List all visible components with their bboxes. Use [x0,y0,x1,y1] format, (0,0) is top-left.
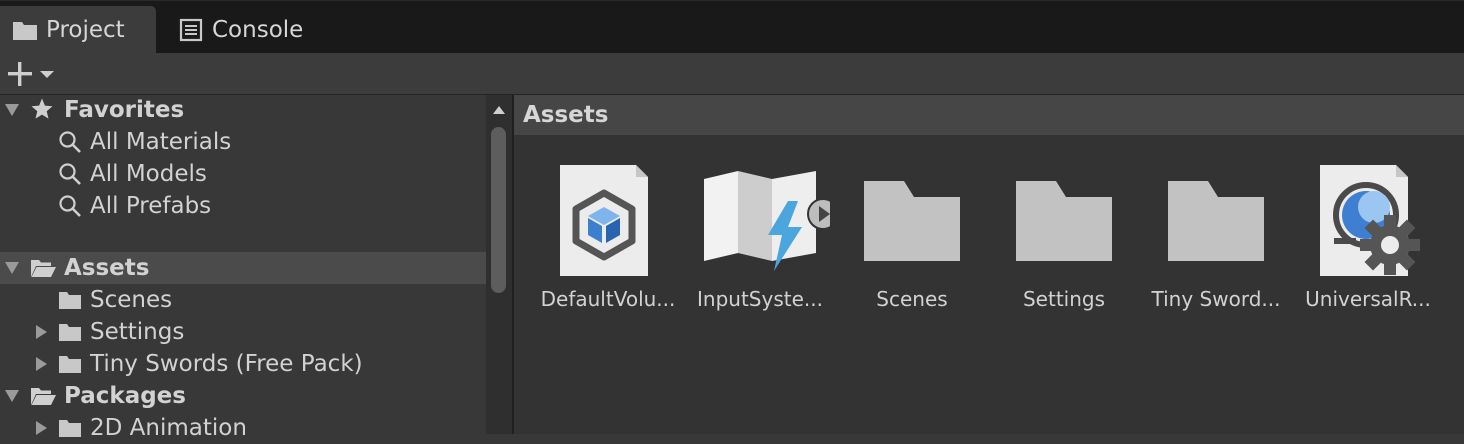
folder-label: Tiny Swords (Free Pack) [90,351,363,377]
search-icon [59,163,81,185]
input-actions-icon [704,171,830,271]
tree-row-package[interactable]: 2D Animation [0,412,486,444]
tree-row-assets[interactable]: Assets [0,252,486,284]
assets-label: Assets [64,255,150,281]
packages-label: Packages [64,383,186,409]
asset-name: Scenes [876,287,948,311]
caret-down-icon [40,71,54,78]
asset-name: DefaultVolu... [540,287,676,311]
expanded-arrow-icon[interactable] [4,102,20,118]
folder-icon [864,181,960,261]
favorites-label: Favorites [64,97,185,123]
tree-row-packages[interactable]: Packages [0,380,486,412]
tree-row-folder[interactable]: Scenes [0,284,486,316]
create-asset-button[interactable] [6,59,58,89]
expanded-arrow-icon[interactable] [4,388,20,404]
tab-console[interactable]: Console [162,6,332,53]
star-icon [31,98,53,119]
tree-row-favorites[interactable]: Favorites [0,94,486,126]
folder-icon [59,420,81,437]
asset-browser: Assets DefaultVolu... InputSyste... Scen… [514,95,1464,434]
favorite-item[interactable]: All Materials [0,126,486,158]
volume-profile-icon [560,165,648,276]
asset-item[interactable]: Settings [994,159,1134,319]
tree-scrollbar[interactable] [486,95,512,434]
console-icon [179,18,203,41]
asset-name: InputSyste... [697,287,823,311]
search-icon [59,195,81,217]
scrollbar-thumb[interactable] [491,127,506,293]
folder-icon [1016,181,1112,261]
folder-icon [59,356,81,373]
expanded-arrow-icon[interactable] [4,260,20,276]
tab-project[interactable]: Project [0,6,156,53]
project-folder-tree: Favorites All Materials All Models All P… [0,94,486,441]
search-icon [59,131,81,153]
breadcrumb: Assets [514,95,1464,135]
asset-item[interactable]: UniversalR... [1298,159,1438,319]
asset-item[interactable]: Scenes [842,159,982,319]
favorite-item[interactable]: All Models [0,158,486,190]
asset-name: Tiny Sword... [1151,287,1281,311]
tab-console-label: Console [212,16,304,43]
asset-name: UniversalR... [1305,287,1431,311]
favorite-item-label: All Models [90,161,207,187]
open-folder-icon [31,388,56,405]
collapsed-arrow-icon[interactable] [33,356,49,372]
folder-label: Settings [90,319,185,345]
tree-row-folder[interactable]: Settings [0,316,486,348]
project-toolbar [0,53,1464,95]
breadcrumb-assets[interactable]: Assets [523,102,608,128]
plus-icon [8,62,32,86]
package-label: 2D Animation [90,415,247,441]
favorite-item[interactable]: All Prefabs [0,190,486,222]
folder-icon [59,324,81,341]
asset-item[interactable]: InputSyste... [690,159,830,319]
asset-item[interactable]: Tiny Sword... [1146,159,1286,319]
collapsed-arrow-icon[interactable] [33,324,49,340]
folder-icon [13,21,37,40]
favorite-item-label: All Materials [90,129,232,155]
open-folder-icon [31,260,56,277]
render-pipeline-asset-icon [1320,165,1420,276]
tab-project-label: Project [46,16,125,43]
folder-label: Scenes [90,287,173,313]
scroll-up-arrow-icon[interactable] [492,105,506,115]
favorite-item-label: All Prefabs [90,193,212,219]
folder-icon [1168,181,1264,261]
asset-item[interactable]: DefaultVolu... [538,159,678,319]
folder-icon [59,292,81,309]
tree-row-folder[interactable]: Tiny Swords (Free Pack) [0,348,486,380]
tab-bar-top-line [0,0,1464,1]
window-tab-bar: Project Console [0,0,1464,53]
asset-name: Settings [1022,287,1106,311]
